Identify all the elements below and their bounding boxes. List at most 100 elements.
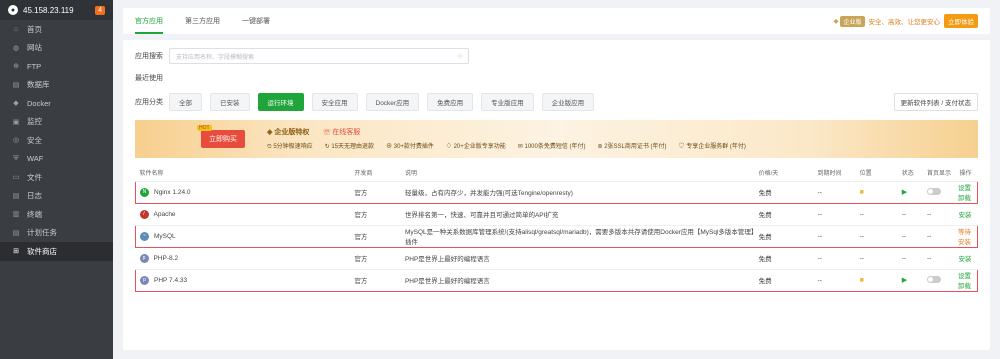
notification-badge[interactable]: 4 [95, 5, 105, 15]
column-header: 操作 [952, 164, 978, 182]
app-name[interactable]: N Nginx 1.24.0 [136, 187, 354, 197]
sidebar-item-1[interactable]: ◍ 网站 [0, 39, 113, 58]
sidebar-item-12[interactable]: ⊞ 软件商店 [0, 242, 113, 261]
homepage-toggle[interactable] [926, 275, 941, 283]
sidebar-item-3[interactable]: ▤ 数据库 [0, 76, 113, 95]
op-1-button[interactable]: 卸载 [958, 195, 971, 202]
sidebar-nav: ⌂ 首页 ◍ 网站 ⊕ FTP ▤ 数据库 ◆ Docker ▣ 监控 ◎ 安全 ⛨ WAF ▭ 文件 ▤ 日志 ▥ 终端… [0, 20, 113, 261]
sidebar-item-9[interactable]: ▤ 日志 [0, 187, 113, 206]
operation-cell: 安装 [952, 247, 978, 270]
homepage-cell [926, 268, 953, 292]
tab-2[interactable]: 一键部署 [242, 8, 270, 34]
tab-0[interactable]: 官方应用 [135, 8, 163, 34]
category-6[interactable]: 专业版应用 [481, 93, 534, 111]
column-header: 首页显示 [926, 164, 953, 182]
table-header: 软件名称 开发商 说明 价格/天 到期时间 位置 状态 首页显示 操作 [135, 164, 978, 182]
op-0-button[interactable]: 安装 [959, 256, 972, 263]
monitor-icon: ▣ [12, 118, 20, 126]
schedule-icon: ▤ [12, 229, 20, 237]
developer-cell: 官方 [354, 203, 405, 226]
log-icon: ▤ [12, 192, 20, 200]
sidebar-item-2[interactable]: ⊕ FTP [0, 57, 113, 76]
category-5[interactable]: 免费应用 [427, 93, 474, 111]
sidebar-item-11[interactable]: ▤ 计划任务 [0, 224, 113, 243]
app-name-label: Nginx 1.24.0 [154, 188, 191, 196]
sidebar-item-5[interactable]: ▣ 监控 [0, 113, 113, 132]
app-name-cell: ~ MySQL [135, 224, 355, 248]
app-root: ● 45.158.23.119 4 ⌂ 首页 ◍ 网站 ⊕ FTP ▤ 数据库 ◆ Docker ▣… [0, 0, 1000, 359]
column-header: 位置 [859, 164, 902, 182]
expire-cell: -- [817, 268, 860, 292]
search-icon[interactable]: ○ [458, 53, 462, 60]
perk-item: ↻ 15天无理由退款 [324, 144, 375, 150]
enterprise-banner: HOT 立即购买 ◈ 企业版特权 ☏ 在线客服 ⏲ 5分钟极速响应 ↻ 15天无理… [135, 120, 978, 158]
op-1-button[interactable]: 卸载 [958, 283, 971, 290]
category-label: 应用分类 [135, 99, 163, 106]
app-name[interactable]: ~ MySQL [136, 231, 354, 241]
app-name[interactable]: p PHP 7.4.33 [136, 275, 354, 285]
globe-icon: ◍ [12, 44, 20, 52]
app-icon: / [139, 209, 149, 219]
sidebar-item-label: 监控 [27, 117, 42, 127]
app-icon: ~ [140, 231, 149, 241]
try-now-button[interactable]: 立即体验 [944, 14, 978, 28]
store-icon: ⊞ [13, 248, 19, 256]
buy-now-label: 立即购买 [209, 136, 237, 143]
category-2[interactable]: 运行环境 [257, 93, 304, 111]
server-header[interactable]: ● 45.158.23.119 4 [0, 0, 113, 20]
description-cell: 世界排名第一，快速、可靠并且可通过简单的API扩充 [404, 203, 759, 226]
homepage-cell: -- [926, 247, 953, 270]
category-3[interactable]: 安全应用 [311, 93, 358, 111]
recent-row: 最近使用 [135, 73, 978, 83]
category-7[interactable]: 企业版应用 [541, 93, 595, 111]
location-dash: -- [859, 254, 864, 262]
expire-cell: -- [817, 203, 860, 226]
search-row: 应用搜索 支持应用名称、字段模糊搜索 ○ [135, 48, 978, 64]
column-header: 说明 [404, 164, 759, 182]
location-dash: -- [859, 210, 864, 218]
column-header: 开发商 [354, 164, 405, 182]
sidebar-item-0[interactable]: ⌂ 首页 [0, 20, 113, 39]
expire-cell: -- [817, 247, 860, 270]
homepage-dash: -- [926, 254, 932, 262]
description-cell: PHP是世界上最好的编程语言 [404, 268, 759, 292]
search-placeholder: 支持应用名称、字段模糊搜索 [176, 54, 255, 61]
sidebar-item-10[interactable]: ▥ 终端 [0, 205, 113, 224]
folder-icon: ▭ [12, 174, 20, 182]
sidebar-item-label: 首页 [27, 24, 42, 34]
sidebar-item-label: 数据库 [27, 80, 50, 90]
table-row: ~ MySQL 官方 MySQL是一种关系数据库管理系统!(支持alisql/grea… [135, 224, 979, 248]
category-1[interactable]: 已安装 [210, 93, 250, 111]
database-icon: ▤ [12, 81, 20, 89]
sidebar-item-label: 软件商店 [27, 246, 57, 256]
server-ip: 45.158.23.119 [23, 5, 74, 15]
app-icon: N [140, 187, 149, 197]
tab-1[interactable]: 第三方应用 [185, 8, 220, 34]
app-name[interactable]: / Apache [136, 209, 355, 219]
folder-icon[interactable]: ■ [860, 277, 864, 284]
app-name[interactable]: p PHP-8.2 [136, 253, 355, 263]
status-cell: -- [901, 224, 927, 248]
online-service-link[interactable]: ☏ 在线客服 [323, 127, 360, 137]
sidebar-item-8[interactable]: ▭ 文件 [0, 168, 113, 187]
play-icon[interactable]: ▶ [902, 189, 907, 196]
update-list-button[interactable]: 更新软件列表 / 支付状态 [893, 93, 978, 111]
sidebar-item-7[interactable]: ⛨ WAF [0, 150, 113, 169]
enterprise-privilege-title: ◈ 企业版特权 [267, 129, 310, 136]
sidebar-item-6[interactable]: ◎ 安全 [0, 131, 113, 150]
op-0-button[interactable]: 等待安装 [958, 229, 971, 246]
search-input[interactable]: 支持应用名称、字段模糊搜索 ○ [169, 48, 469, 64]
app-icon: p [140, 275, 149, 285]
sidebar-item-4[interactable]: ◆ Docker [0, 94, 113, 113]
category-4[interactable]: Docker应用 [365, 93, 420, 111]
op-0-button[interactable]: 设置 [958, 185, 971, 192]
category-0[interactable]: 全部 [169, 93, 202, 111]
op-0-button[interactable]: 安装 [959, 212, 972, 219]
op-0-button[interactable]: 设置 [958, 273, 971, 280]
location-cell: -- [859, 203, 902, 226]
play-icon[interactable]: ▶ [902, 277, 907, 284]
recent-label: 最近使用 [135, 75, 163, 82]
homepage-toggle[interactable] [926, 187, 941, 195]
folder-icon[interactable]: ■ [860, 189, 864, 196]
buy-now-button[interactable]: HOT 立即购买 [197, 125, 245, 148]
